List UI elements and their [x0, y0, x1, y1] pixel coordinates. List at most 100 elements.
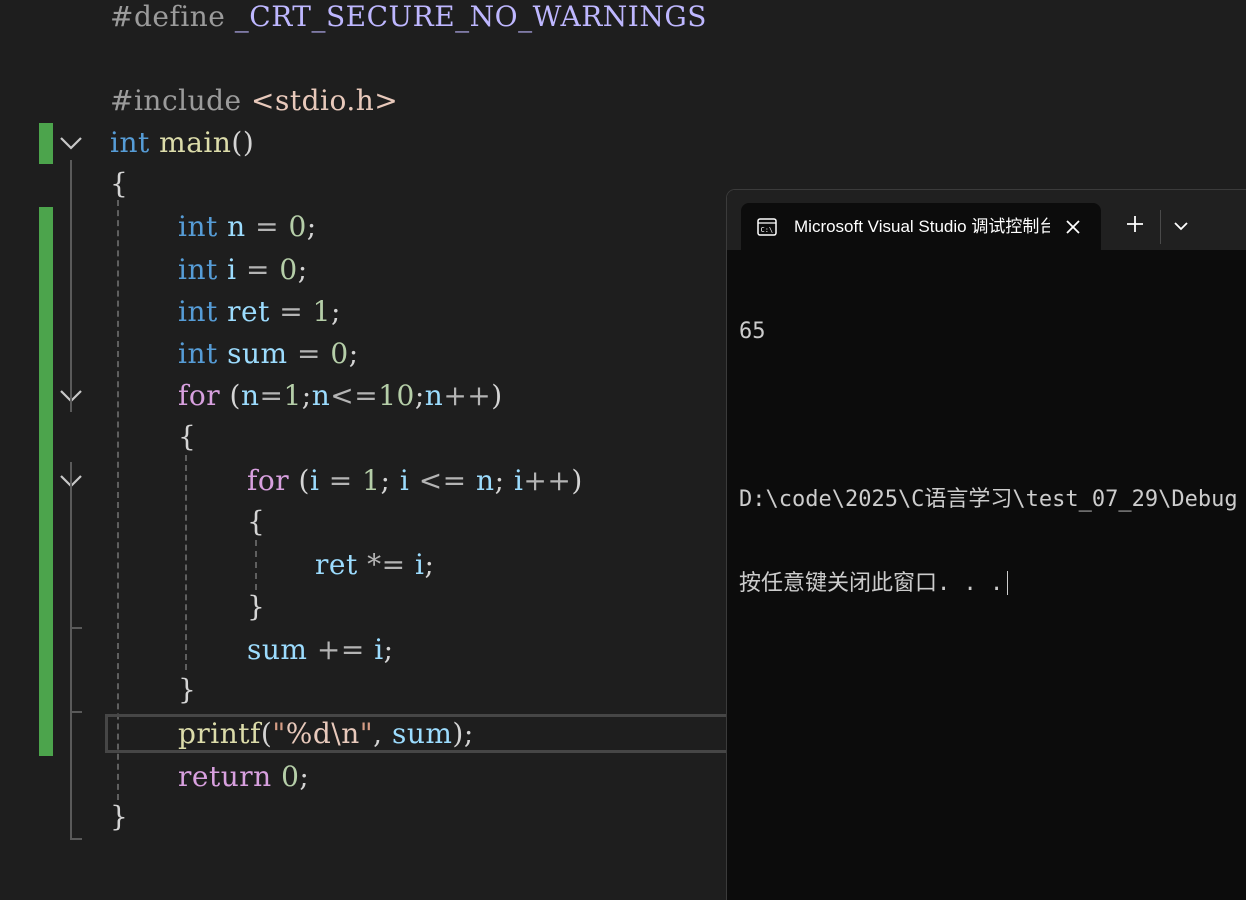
code-line[interactable]: } — [110, 797, 128, 837]
code-token: ++ — [443, 379, 492, 412]
code-token: ( — [289, 464, 310, 497]
indent-guide — [185, 455, 187, 670]
console-prompt-text: 按任意键关闭此窗口. . . — [739, 571, 1004, 596]
code-line[interactable]: { — [178, 417, 196, 457]
close-icon[interactable] — [1059, 213, 1087, 241]
outline-guide-end — [70, 627, 82, 629]
code-token: sum — [247, 633, 308, 666]
code-token: sum — [391, 717, 453, 750]
code-line[interactable]: int i = 0; — [178, 250, 308, 290]
code-token: 1 — [283, 379, 302, 412]
code-token: ; — [297, 253, 308, 286]
code-token: 1 — [362, 464, 381, 497]
code-token: ; — [494, 464, 514, 497]
code-line[interactable]: #include <stdio.h> — [110, 81, 398, 121]
code-token: += — [307, 633, 375, 666]
code-token: 10 — [378, 379, 415, 412]
outline-guide-end — [70, 711, 82, 713]
debug-console-window[interactable]: C:\ Microsoft Visual Studio 调试控制台 65 D:\… — [726, 189, 1246, 900]
code-line[interactable]: int ret = 1; — [178, 292, 341, 332]
collapse-chevron-icon[interactable] — [57, 129, 85, 157]
code-token: ); — [452, 717, 474, 750]
outline-guide — [70, 412, 72, 462]
code-token: n — [424, 379, 444, 412]
code-token: n — [227, 210, 246, 243]
code-token: ; — [424, 548, 435, 581]
console-output-line: 65 — [739, 319, 766, 344]
code-token: ) — [571, 464, 583, 497]
outline-guide-end — [70, 838, 82, 840]
code-token: n — [311, 379, 331, 412]
code-token: ; — [383, 633, 394, 666]
code-line[interactable]: sum += i; — [247, 630, 394, 670]
code-token: int — [178, 337, 218, 370]
code-token: = — [245, 210, 289, 243]
code-token: ( — [220, 379, 241, 412]
code-token: ) — [491, 379, 503, 412]
code-token: for — [247, 464, 290, 497]
code-token: ; — [414, 379, 425, 412]
code-token: ( — [260, 717, 273, 750]
code-line[interactable]: int n = 0; — [178, 207, 317, 247]
indent-guide — [255, 540, 257, 590]
code-token: i — [374, 633, 384, 666]
code-token: *= — [357, 548, 415, 581]
code-token: i — [513, 464, 524, 497]
code-token: <= — [409, 464, 477, 497]
code-token: 0 — [281, 760, 300, 793]
code-token: i — [309, 464, 320, 497]
code-token: 0 — [288, 210, 307, 243]
code-token: n — [476, 464, 495, 497]
code-token: { — [247, 505, 266, 538]
code-line[interactable]: return 0; — [178, 757, 309, 797]
code-token: int — [178, 210, 218, 243]
code-token: <= — [330, 379, 379, 412]
code-line[interactable]: for (i = 1; i <= n; i++) — [247, 461, 583, 501]
code-token: } — [247, 590, 266, 623]
code-token: = — [269, 295, 313, 328]
code-token: #define — [110, 0, 235, 33]
code-line[interactable]: #define _CRT_SECURE_NO_WARNINGS — [110, 0, 707, 37]
code-token: ; — [299, 760, 310, 793]
code-token: , — [373, 717, 392, 750]
code-token: = — [236, 253, 280, 286]
code-line[interactable]: printf("%d\n", sum); — [178, 714, 474, 754]
code-token: } — [110, 800, 129, 833]
code-token: ret — [315, 548, 358, 581]
code-token: int — [178, 295, 218, 328]
code-token: ; — [330, 295, 341, 328]
code-line[interactable]: for (n=1;n<=10;n++) — [178, 376, 503, 416]
code-token: ; — [301, 379, 312, 412]
code-token: _CRT_SECURE_NO_WARNINGS — [234, 0, 707, 33]
code-line[interactable]: int sum = 0; — [178, 334, 359, 374]
code-token: i — [227, 253, 237, 286]
console-titlebar[interactable]: C:\ Microsoft Visual Studio 调试控制台 — [727, 190, 1246, 251]
code-line[interactable]: } — [247, 587, 265, 627]
code-token: 0 — [330, 337, 349, 370]
code-token: \n — [331, 717, 360, 750]
console-output[interactable]: 65 D:\code\2025\C语言学习\test_07_29\Debug 按… — [739, 262, 1246, 654]
titlebar-divider — [1160, 210, 1161, 244]
plus-icon[interactable] — [1121, 210, 1149, 238]
chevron-down-icon[interactable] — [1167, 212, 1195, 240]
code-line[interactable]: int main() — [110, 123, 254, 163]
code-line[interactable]: } — [178, 670, 196, 710]
code-line[interactable]: { — [247, 502, 265, 542]
code-token: = — [259, 379, 284, 412]
change-indicator-bar — [39, 123, 53, 164]
code-token: { — [110, 167, 129, 200]
code-line[interactable]: { — [110, 164, 128, 204]
code-token: " — [272, 717, 286, 750]
tab-title: Microsoft Visual Studio 调试控制台 — [794, 217, 1050, 236]
code-token: () — [231, 126, 255, 159]
code-line[interactable]: ret *= i; — [315, 545, 434, 585]
console-output-line: 按任意键关闭此窗口. . . — [739, 570, 1246, 598]
code-token: ; — [306, 210, 317, 243]
console-tab[interactable]: C:\ Microsoft Visual Studio 调试控制台 — [741, 203, 1101, 251]
code-token: printf — [178, 717, 261, 750]
